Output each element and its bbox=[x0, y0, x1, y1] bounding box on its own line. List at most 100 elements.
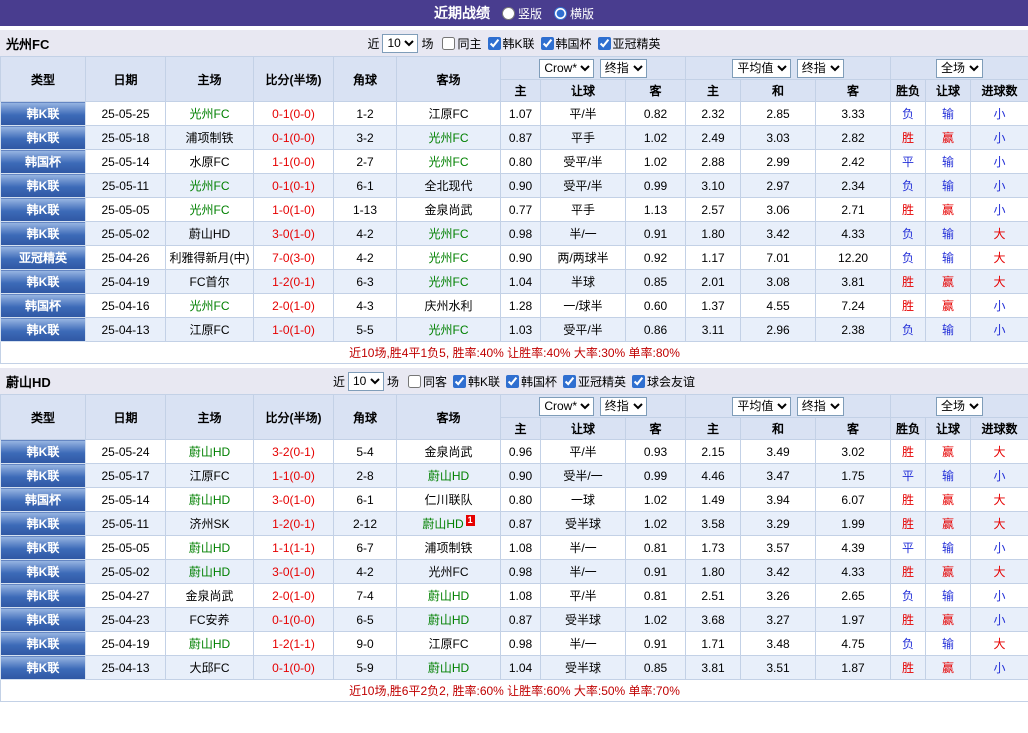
bookmaker-select[interactable]: Crow* bbox=[539, 396, 595, 416]
handicap-away-odds: 0.60 bbox=[624, 293, 687, 318]
vertical-layout-radio[interactable] bbox=[501, 6, 515, 20]
section-title-bar: 蔚山HD 近 10 场 同客 韩K联 韩国杯 亚冠精英 球会友谊 bbox=[0, 368, 1028, 394]
league-checkbox[interactable] bbox=[632, 374, 646, 388]
league-checkbox[interactable] bbox=[506, 374, 519, 388]
avg-home-odds: 3.10 bbox=[685, 173, 742, 198]
filter-checkbox[interactable]: 韩国杯 bbox=[540, 35, 592, 52]
avg-home-odds: 2.49 bbox=[685, 125, 742, 150]
home-team-cell: 光州FC bbox=[165, 173, 254, 198]
handicap-away-odds: 0.91 bbox=[624, 221, 687, 246]
corner-cell: 4-2 bbox=[333, 221, 397, 246]
score-cell: 1-2(0-1) bbox=[253, 269, 334, 294]
league-checkbox[interactable] bbox=[442, 36, 456, 50]
handicap-away-odds: 0.85 bbox=[624, 655, 687, 680]
bookmaker-stage-select[interactable]: 终指 bbox=[599, 58, 647, 78]
avg-away-odds: 2.71 bbox=[815, 197, 892, 222]
layout-option-horizontal[interactable]: 横版 bbox=[554, 5, 594, 22]
filter-checkbox[interactable]: 韩K联 bbox=[452, 373, 500, 390]
bookmaker-select-group: Crow* 终指 bbox=[499, 394, 687, 418]
horizontal-layout-radio[interactable] bbox=[554, 6, 567, 20]
date-cell: 25-05-25 bbox=[85, 101, 166, 126]
handicap-away-odds: 0.92 bbox=[624, 245, 687, 270]
filter-checkbox[interactable]: 韩K联 bbox=[487, 35, 535, 52]
avg-draw-odds: 3.48 bbox=[740, 631, 817, 656]
match-row: 韩K联 25-04-13 江原FC 1-0(1-0) 5-5 光州FC 1.03 受平/半 0.… bbox=[0, 317, 1028, 342]
average-select-group: 平均值 终指 bbox=[685, 394, 892, 418]
result-wdl-cell: 负 bbox=[890, 101, 927, 126]
score-cell: 0-1(0-1) bbox=[253, 173, 334, 198]
filter-checkbox[interactable]: 球会友谊 bbox=[632, 373, 695, 390]
avg-draw-odds: 3.94 bbox=[740, 487, 817, 512]
recent-label: 近 bbox=[367, 36, 380, 51]
home-team-cell: 蔚山HD bbox=[165, 221, 254, 246]
average-select[interactable]: 平均值 bbox=[732, 58, 792, 78]
match-row: 韩K联 25-05-05 蔚山HD 1-1(1-1) 6-7 浦项制铁 1.08 半/一 0.8… bbox=[0, 535, 1028, 560]
filter-bar: 近 10 场 同客 韩K联 韩国杯 亚冠精英 球会友谊 bbox=[0, 371, 1028, 391]
handicap-line: 半/一 bbox=[540, 535, 626, 560]
filter-checkbox[interactable]: 亚冠精英 bbox=[597, 35, 661, 52]
home-team-cell: 利雅得新月(中) bbox=[165, 245, 254, 270]
date-cell: 25-05-02 bbox=[85, 559, 166, 584]
league-checkbox[interactable] bbox=[563, 374, 577, 388]
handicap-away-odds: 0.91 bbox=[624, 631, 687, 656]
bookmaker-stage-select[interactable]: 终指 bbox=[599, 396, 647, 416]
score-cell: 1-1(0-0) bbox=[253, 149, 334, 174]
result-wdl-cell: 负 bbox=[890, 583, 927, 608]
league-type-cell: 韩K联 bbox=[0, 631, 86, 656]
average-select[interactable]: 平均值 bbox=[732, 396, 792, 416]
league-checkbox[interactable] bbox=[487, 36, 501, 50]
league-checkbox[interactable] bbox=[407, 374, 421, 388]
handicap-home-odds: 0.87 bbox=[500, 125, 541, 150]
league-checkbox[interactable] bbox=[540, 36, 554, 50]
scope-select[interactable]: 全场 bbox=[936, 396, 984, 416]
result-goals-cell: 大 bbox=[970, 221, 1028, 246]
score-cell: 7-0(3-0) bbox=[253, 245, 334, 270]
result-handicap-cell: 赢 bbox=[925, 487, 972, 512]
corner-cell: 3-2 bbox=[333, 125, 397, 150]
away-team-cell: 仁川联队 bbox=[396, 487, 501, 512]
score-cell: 3-2(0-1) bbox=[253, 439, 334, 464]
league-type-cell: 韩K联 bbox=[0, 101, 86, 126]
avg-draw-odds: 2.99 bbox=[740, 149, 817, 174]
filter-checkbox[interactable]: 亚冠精英 bbox=[563, 373, 626, 390]
average-stage-select[interactable]: 终指 bbox=[796, 58, 844, 78]
average-stage-select[interactable]: 终指 bbox=[796, 396, 844, 416]
date-cell: 25-04-26 bbox=[85, 245, 166, 270]
avg-draw-odds: 2.85 bbox=[740, 101, 817, 126]
home-team-cell: 光州FC bbox=[165, 101, 254, 126]
away-team-cell: 光州FC bbox=[396, 221, 501, 246]
scope-select[interactable]: 全场 bbox=[936, 58, 984, 78]
avg-draw-odds: 3.27 bbox=[740, 607, 817, 632]
filter-checkbox[interactable]: 同主 bbox=[442, 35, 482, 52]
avg-draw-odds: 3.08 bbox=[740, 269, 817, 294]
col-header-home: 主场 bbox=[165, 394, 254, 440]
corner-cell: 1-13 bbox=[333, 197, 397, 222]
recent-count-select[interactable]: 10 bbox=[347, 371, 384, 391]
filter-checkbox[interactable]: 韩国杯 bbox=[506, 373, 557, 390]
summary-row: 近10场,胜6平2负2, 胜率:60% 让胜率:60% 大率:50% 单率:70… bbox=[0, 679, 1028, 702]
handicap-away-odds: 1.02 bbox=[624, 511, 687, 536]
date-cell: 25-04-16 bbox=[85, 293, 166, 318]
handicap-line: 受半球 bbox=[540, 511, 626, 536]
filter-checkbox[interactable]: 同客 bbox=[407, 373, 447, 390]
home-team-cell: 济州SK bbox=[165, 511, 254, 536]
league-checkbox[interactable] bbox=[597, 36, 611, 50]
avg-draw-odds: 3.49 bbox=[740, 439, 817, 464]
away-team-cell: 蔚山HD bbox=[396, 607, 501, 632]
avg-away-odds: 1.87 bbox=[815, 655, 892, 680]
away-team-cell: 光州FC bbox=[396, 245, 501, 270]
league-type-cell: 韩国杯 bbox=[0, 293, 86, 318]
recent-count-select[interactable]: 10 bbox=[382, 33, 419, 53]
avg-home-odds: 1.17 bbox=[685, 245, 742, 270]
result-wdl-cell: 胜 bbox=[890, 439, 927, 464]
bookmaker-select[interactable]: Crow* bbox=[539, 58, 595, 78]
result-goals-cell: 小 bbox=[970, 607, 1028, 632]
layout-option-vertical[interactable]: 竖版 bbox=[501, 5, 542, 22]
sub-header-result-goals: 进球数 bbox=[970, 79, 1028, 102]
avg-away-odds: 4.39 bbox=[815, 535, 892, 560]
corner-cell: 5-9 bbox=[333, 655, 397, 680]
matches-label: 场 bbox=[386, 374, 399, 389]
league-checkbox[interactable] bbox=[452, 374, 466, 388]
handicap-home-odds: 0.80 bbox=[500, 149, 541, 174]
match-row: 亚冠精英 25-04-26 利雅得新月(中) 7-0(3-0) 4-2 光州FC 0.90 两… bbox=[0, 245, 1028, 270]
